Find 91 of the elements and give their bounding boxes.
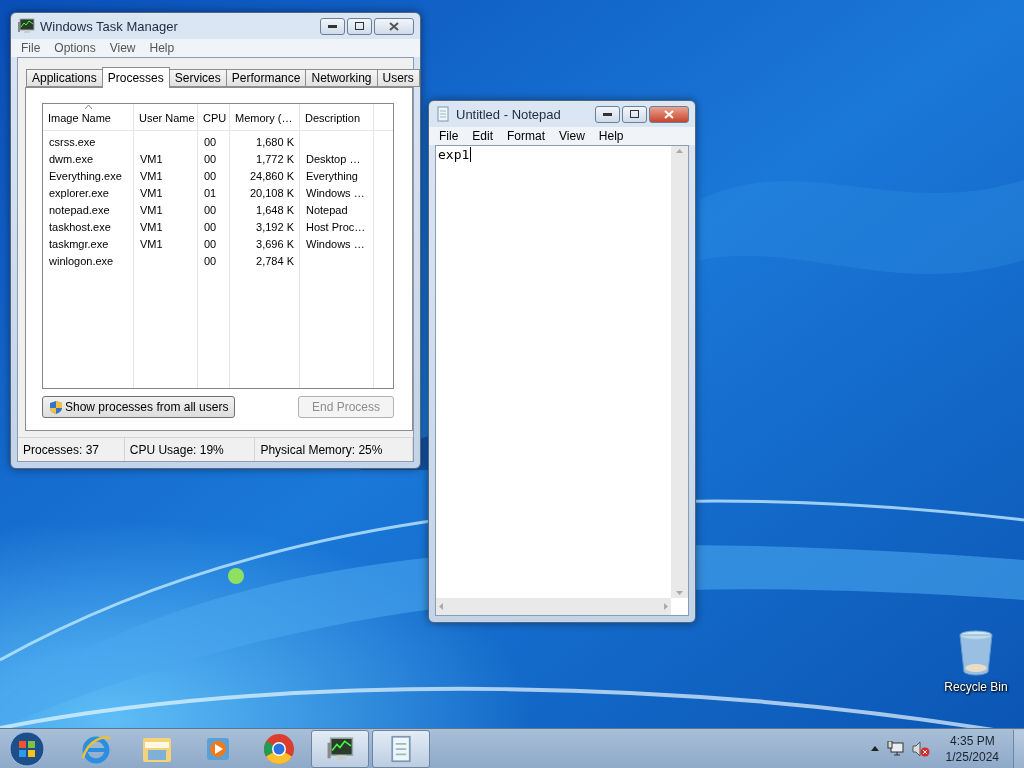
table-cell-text: Windows … [305, 237, 366, 250]
table-cell-text: Everything [305, 169, 359, 182]
start-button[interactable] [7, 729, 47, 768]
table-cell-text: Windows … [305, 186, 366, 199]
menu-item[interactable]: Help [591, 129, 631, 143]
chrome-icon [263, 732, 295, 765]
taskbar-button[interactable] [311, 729, 369, 768]
table-cell-text: Host Proc… [305, 220, 367, 233]
table-cell-text: VM1 [139, 237, 164, 250]
table-cell-text: notepad.exe [48, 203, 111, 216]
table-cell-text: 1,772 K [255, 152, 295, 165]
menu-item[interactable]: File [432, 129, 466, 143]
menu-item[interactable]: Options [47, 41, 103, 55]
monitor-icon [17, 17, 35, 35]
network-icon[interactable] [886, 740, 904, 757]
show-all-users-button[interactable]: Show processes from all users [42, 396, 236, 418]
tab[interactable]: Services [168, 69, 227, 87]
recycle-bin-icon[interactable] [958, 630, 994, 676]
table-cell-text: 00 [203, 220, 218, 233]
table-cell-text: 00 [203, 254, 218, 267]
menu-item[interactable]: Help [142, 41, 182, 55]
close-icon [664, 109, 674, 119]
column-header[interactable]: Memory (… [230, 104, 300, 130]
minimize-icon [603, 112, 612, 116]
table-cell-text: 24,860 K [248, 169, 295, 182]
table-cell-text: 00 [203, 152, 218, 165]
window-title: Windows Task Manager [40, 18, 179, 34]
maximize-icon [355, 22, 364, 30]
table-cell-text: VM1 [139, 186, 164, 199]
table-cell-text: winlogon.exe [48, 254, 115, 267]
maximize-button[interactable] [622, 105, 647, 123]
table-cell-text: 1,648 K [255, 203, 295, 216]
tab[interactable]: Networking [305, 69, 378, 87]
text-content: exp1 [438, 147, 470, 162]
table-cell-text: dwm.exe [48, 152, 95, 165]
status-text: Processes: 37 [18, 438, 125, 461]
table-cell-text: 20,108 K [248, 186, 295, 199]
menu-item[interactable]: View [102, 41, 143, 55]
column-header[interactable]: User Name [134, 104, 198, 130]
table-cell-text: VM1 [139, 203, 164, 216]
notepad-icon [435, 106, 451, 122]
close-icon [389, 21, 399, 31]
table-cell-text: taskmgr.exe [48, 237, 110, 250]
clock-date: 1/25/2024 [945, 748, 999, 765]
menu-item[interactable]: File [14, 41, 48, 55]
table-cell-text: VM1 [139, 152, 164, 165]
column-header[interactable]: Description [300, 104, 374, 130]
windows-orb-icon [9, 730, 45, 767]
menu-item[interactable]: Edit [465, 129, 501, 143]
table-cell-text: Notepad [305, 203, 349, 216]
tab[interactable]: Performance [225, 69, 307, 87]
menu-item[interactable]: View [552, 129, 592, 143]
clock[interactable]: 4:35 PM 1/25/2024 [945, 732, 999, 765]
shield-icon [49, 399, 63, 415]
table-cell-text: 00 [203, 169, 218, 182]
close-button[interactable] [649, 105, 689, 123]
maximize-icon [630, 110, 639, 118]
table-cell-text: csrss.exe [48, 135, 97, 148]
close-button[interactable] [374, 17, 414, 35]
status-text: Physical Memory: 25% [255, 438, 413, 461]
table-cell-text: 00 [203, 135, 218, 148]
clock-time: 4:35 PM [949, 732, 995, 749]
desktop-icon-label[interactable]: Recycle Bin [944, 680, 1008, 694]
tab[interactable]: Processes [101, 67, 170, 88]
menu-item[interactable]: Format [500, 129, 553, 143]
table-cell-text: 00 [203, 203, 218, 216]
column-header[interactable]: CPU [198, 104, 230, 130]
minimize-icon [328, 24, 337, 28]
table-cell-text: 3,696 K [255, 237, 295, 250]
monitor-icon [326, 734, 354, 763]
status-text: CPU Usage: 19% [124, 438, 256, 461]
table-cell-text: VM1 [139, 169, 164, 182]
minimize-button[interactable] [320, 17, 345, 35]
table-cell-text: 3,192 K [255, 220, 295, 233]
table-cell-text: Desktop … [305, 152, 362, 165]
window-title: Untitled - Notepad [456, 106, 562, 122]
tab[interactable]: Users [376, 69, 420, 87]
table-cell-text: 00 [203, 237, 218, 250]
show-hidden-icons-icon[interactable] [870, 746, 879, 751]
table-cell-text: 2,784 K [255, 254, 295, 267]
table-cell-text: VM1 [139, 220, 164, 233]
table-cell-text: taskhost.exe [48, 220, 112, 233]
table-cell-text: 1,680 K [255, 135, 295, 148]
table-cell-text: Everything.exe [48, 169, 123, 182]
volume-muted-icon[interactable] [911, 740, 930, 757]
tab[interactable]: Applications [26, 69, 103, 87]
table-cell-text: 01 [203, 186, 218, 199]
column-header[interactable]: Image Name [43, 104, 134, 130]
table-cell-text: explorer.exe [48, 186, 110, 199]
minimize-button[interactable] [595, 105, 620, 123]
maximize-button[interactable] [347, 17, 372, 35]
